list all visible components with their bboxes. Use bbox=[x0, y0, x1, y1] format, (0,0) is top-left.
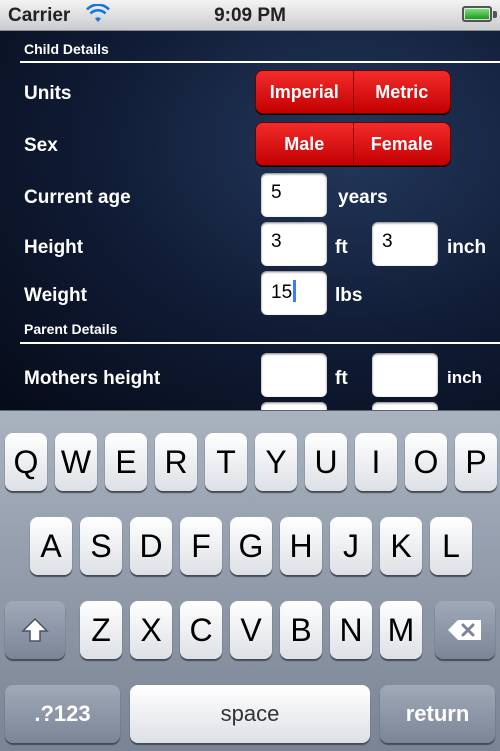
units-label: Units bbox=[24, 83, 72, 104]
height-label: Height bbox=[24, 237, 84, 258]
height-ft-unit: ft bbox=[335, 237, 348, 258]
key-q[interactable]: Q bbox=[5, 433, 47, 491]
key-d[interactable]: D bbox=[130, 517, 172, 575]
key-w[interactable]: W bbox=[55, 433, 97, 491]
weight-value: 15 bbox=[271, 282, 293, 303]
key-g[interactable]: G bbox=[230, 517, 272, 575]
weight-label: Weight bbox=[24, 285, 87, 306]
key-a[interactable]: A bbox=[30, 517, 72, 575]
key-y[interactable]: Y bbox=[255, 433, 297, 491]
backspace-icon bbox=[448, 620, 481, 640]
key-n[interactable]: N bbox=[330, 601, 372, 659]
key-k[interactable]: K bbox=[380, 517, 422, 575]
key-h[interactable]: H bbox=[280, 517, 322, 575]
height-ft-field[interactable]: 3 bbox=[261, 222, 327, 266]
current-age-field[interactable]: 5 bbox=[261, 173, 327, 217]
return-key[interactable]: return bbox=[380, 685, 495, 743]
sex-segmented-control[interactable]: Male Female bbox=[255, 122, 451, 166]
key-l[interactable]: L bbox=[430, 517, 472, 575]
mothers-height-inch-field[interactable] bbox=[372, 353, 438, 397]
parent-details-header: Parent Details bbox=[24, 321, 118, 337]
key-c[interactable]: C bbox=[180, 601, 222, 659]
key-i[interactable]: I bbox=[355, 433, 397, 491]
child-details-divider bbox=[20, 61, 500, 63]
key-v[interactable]: V bbox=[230, 601, 272, 659]
segment-female[interactable]: Female bbox=[352, 123, 450, 165]
battery-tip bbox=[493, 11, 497, 18]
height-inch-unit: inch bbox=[447, 237, 487, 258]
key-e[interactable]: E bbox=[105, 433, 147, 491]
battery-icon bbox=[462, 6, 492, 22]
segment-metric[interactable]: Metric bbox=[352, 71, 450, 113]
text-cursor bbox=[293, 280, 297, 302]
space-key[interactable]: space bbox=[130, 685, 370, 743]
segment-imperial[interactable]: Imperial bbox=[256, 71, 353, 113]
numbers-key[interactable]: .?123 bbox=[5, 685, 120, 743]
parent-details-divider bbox=[20, 342, 500, 344]
key-o[interactable]: O bbox=[405, 433, 447, 491]
next-field-partial[interactable] bbox=[261, 402, 327, 410]
age-unit-label: years bbox=[338, 187, 388, 208]
status-time: 9:09 PM bbox=[214, 5, 286, 26]
key-s[interactable]: S bbox=[80, 517, 122, 575]
next-field-partial-2[interactable] bbox=[372, 402, 438, 410]
weight-unit-label: lbs bbox=[335, 285, 363, 306]
key-z[interactable]: Z bbox=[80, 601, 122, 659]
key-x[interactable]: X bbox=[130, 601, 172, 659]
height-inch-field[interactable]: 3 bbox=[372, 222, 438, 266]
key-t[interactable]: T bbox=[205, 433, 247, 491]
units-segmented-control[interactable]: Imperial Metric bbox=[255, 70, 451, 114]
shift-key[interactable] bbox=[5, 601, 65, 659]
mothers-height-ft-unit: ft bbox=[335, 368, 348, 389]
mothers-height-label: Mothers height bbox=[24, 368, 161, 389]
mothers-height-ft-field[interactable] bbox=[261, 353, 327, 397]
key-b[interactable]: B bbox=[280, 601, 322, 659]
current-age-label: Current age bbox=[24, 187, 131, 208]
mothers-height-inch-unit: inch bbox=[447, 368, 482, 387]
key-u[interactable]: U bbox=[305, 433, 347, 491]
sex-label: Sex bbox=[24, 135, 58, 156]
key-p[interactable]: P bbox=[455, 433, 497, 491]
weight-field[interactable]: 15 bbox=[261, 271, 327, 315]
child-details-header: Child Details bbox=[24, 41, 109, 57]
key-m[interactable]: M bbox=[380, 601, 422, 659]
backspace-key[interactable] bbox=[435, 601, 495, 659]
segment-male[interactable]: Male bbox=[256, 123, 353, 165]
form-area: Child Details Units Imperial Metric Sex … bbox=[0, 31, 500, 410]
status-bar: Carrier 9:09 PM bbox=[0, 0, 500, 31]
shift-icon bbox=[21, 617, 49, 642]
key-r[interactable]: R bbox=[155, 433, 197, 491]
key-j[interactable]: J bbox=[330, 517, 372, 575]
keyboard: Q W E R T Y U I O P A S D F G H J K L Z … bbox=[0, 410, 500, 751]
key-f[interactable]: F bbox=[180, 517, 222, 575]
